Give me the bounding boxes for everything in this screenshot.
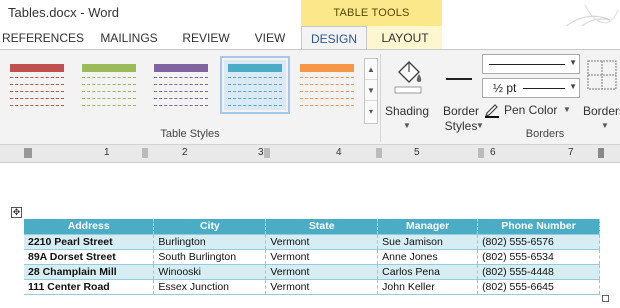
- tab-references[interactable]: REFERENCES: [0, 26, 86, 50]
- table-style-aqua-preview: [228, 64, 282, 106]
- cell-phone[interactable]: (802) 555-6576: [477, 233, 600, 250]
- right-column-marker[interactable]: [598, 148, 604, 158]
- table-style-green-preview: [82, 64, 136, 106]
- borders-grid-icon: [587, 60, 617, 90]
- cell-city[interactable]: Winooski: [153, 263, 267, 280]
- cell-state[interactable]: Vermont: [265, 248, 379, 265]
- shading-button[interactable]: Shading ▼: [383, 60, 431, 140]
- table-style-purple-preview: [154, 64, 208, 106]
- column-marker[interactable]: [376, 148, 382, 158]
- cell-phone[interactable]: (802) 555-4448: [477, 263, 600, 280]
- gallery-more-button[interactable]: ▾: [365, 101, 377, 122]
- horizontal-ruler[interactable]: 1 2 3 4 5 6 7: [0, 145, 620, 163]
- table-move-handle-icon[interactable]: ✥: [11, 207, 22, 218]
- line-weight-dropdown-icon: ▼: [569, 82, 577, 91]
- cell-address[interactable]: 28 Champlain Mill: [24, 263, 155, 280]
- border-styles-label-1: Border: [442, 104, 480, 118]
- tab-view[interactable]: VIEW: [246, 26, 294, 50]
- pen-color-button[interactable]: Pen Color ▼: [484, 102, 580, 120]
- tab-layout[interactable]: LAYOUT: [372, 26, 438, 50]
- ruler-number: 3: [258, 147, 264, 158]
- line-weight-preview: [523, 88, 565, 89]
- table-style-red[interactable]: [6, 60, 68, 110]
- borders-label: Borders: [583, 104, 620, 118]
- header-address[interactable]: Address: [24, 219, 155, 234]
- title-bar: Tables.docx - Word TABLE TOOLS: [0, 0, 620, 51]
- ruler-number: 2: [182, 147, 188, 158]
- cell-address[interactable]: 2210 Pearl Street: [24, 233, 155, 250]
- window-title: Tables.docx - Word: [8, 5, 120, 20]
- table-tools-label: TABLE TOOLS: [333, 7, 410, 19]
- cell-manager[interactable]: Sue Jamison: [377, 233, 479, 250]
- cell-address[interactable]: 89A Dorset Street: [24, 248, 155, 265]
- paint-bucket-icon: [394, 61, 422, 94]
- table-styles-gallery-scroll: ▲ ▼ ▾: [364, 58, 378, 124]
- ruler-number: 4: [336, 147, 342, 158]
- cell-phone[interactable]: (802) 555-6534: [477, 248, 600, 265]
- cell-state[interactable]: Vermont: [265, 278, 379, 295]
- table-style-orange-preview: [300, 64, 354, 106]
- tab-design[interactable]: DESIGN: [301, 26, 367, 51]
- table-header-row: Address City State Manager Phone Number: [24, 219, 600, 234]
- ruler-number: 5: [414, 147, 420, 158]
- header-state[interactable]: State: [265, 219, 379, 234]
- shading-label: Shading: [384, 104, 430, 118]
- column-marker[interactable]: [142, 148, 148, 158]
- ribbon-tabs: REFERENCES MAILINGS REVIEW VIEW DESIGN L…: [0, 26, 620, 51]
- cell-city[interactable]: Essex Junction: [153, 278, 267, 295]
- line-weight-combo[interactable]: ½ pt ▼: [482, 78, 580, 98]
- tab-mailings[interactable]: MAILINGS: [92, 26, 166, 50]
- column-marker[interactable]: [264, 148, 270, 158]
- tab-review[interactable]: REVIEW: [176, 26, 236, 50]
- group-separator: [380, 54, 381, 142]
- header-city[interactable]: City: [153, 219, 267, 234]
- table-style-aqua-selected[interactable]: [220, 56, 290, 114]
- cell-manager[interactable]: Carlos Pena: [377, 263, 479, 280]
- ribbon: ▲ ▼ ▾ Table Styles Shading ▼ Border Styl…: [0, 49, 620, 145]
- table-row: 89A Dorset Street South Burlington Vermo…: [24, 248, 600, 265]
- address-table[interactable]: Address City State Manager Phone Number …: [24, 219, 600, 295]
- borders-group-label: Borders: [525, 128, 565, 140]
- table-resize-handle[interactable]: [602, 295, 609, 302]
- first-line-indent-marker[interactable]: [24, 148, 32, 158]
- header-phone[interactable]: Phone Number: [477, 219, 600, 234]
- table-styles-group-label: Table Styles: [160, 128, 220, 140]
- pen-color-label: Pen Color: [504, 103, 558, 117]
- line-style-dropdown-icon: ▼: [569, 58, 577, 67]
- cell-manager[interactable]: Anne Jones: [377, 248, 479, 265]
- table-row: 28 Champlain Mill Winooski Vermont Carlo…: [24, 263, 600, 280]
- gallery-up-button[interactable]: ▲: [365, 59, 377, 80]
- table-style-orange[interactable]: [296, 60, 358, 110]
- table-style-red-preview: [10, 64, 64, 106]
- table-style-purple[interactable]: [150, 60, 212, 110]
- line-weight-value: ½ pt: [493, 81, 517, 95]
- cell-city[interactable]: Burlington: [153, 233, 267, 250]
- cell-city[interactable]: South Burlington: [153, 248, 267, 265]
- pen-icon: [485, 104, 499, 118]
- shading-dropdown-icon: ▼: [403, 121, 411, 130]
- header-manager[interactable]: Manager: [377, 219, 479, 234]
- table-row: 111 Center Road Essex Junction Vermont J…: [24, 278, 600, 295]
- table-style-green[interactable]: [78, 60, 140, 110]
- ruler-number: 1: [104, 147, 110, 158]
- cell-state[interactable]: Vermont: [265, 263, 379, 280]
- cell-address[interactable]: 111 Center Road: [24, 278, 155, 295]
- table-row: 2210 Pearl Street Burlington Vermont Sue…: [24, 233, 600, 250]
- border-styles-button[interactable]: Border Styles ▼: [438, 60, 484, 140]
- pen-color-dropdown-icon: ▼: [563, 105, 571, 114]
- cell-manager[interactable]: John Keller: [377, 278, 479, 295]
- cell-state[interactable]: Vermont: [265, 233, 379, 250]
- column-marker[interactable]: [478, 148, 484, 158]
- gallery-down-button[interactable]: ▼: [365, 80, 377, 101]
- ruler-number: 7: [568, 147, 574, 158]
- cell-phone[interactable]: (802) 555-6645: [477, 278, 600, 295]
- line-style-combo[interactable]: ▼: [482, 54, 580, 74]
- ruler-number: 6: [490, 147, 496, 158]
- border-line-icon: [446, 78, 472, 80]
- table-tools-context-band: TABLE TOOLS: [301, 0, 442, 26]
- line-style-preview: [489, 64, 565, 65]
